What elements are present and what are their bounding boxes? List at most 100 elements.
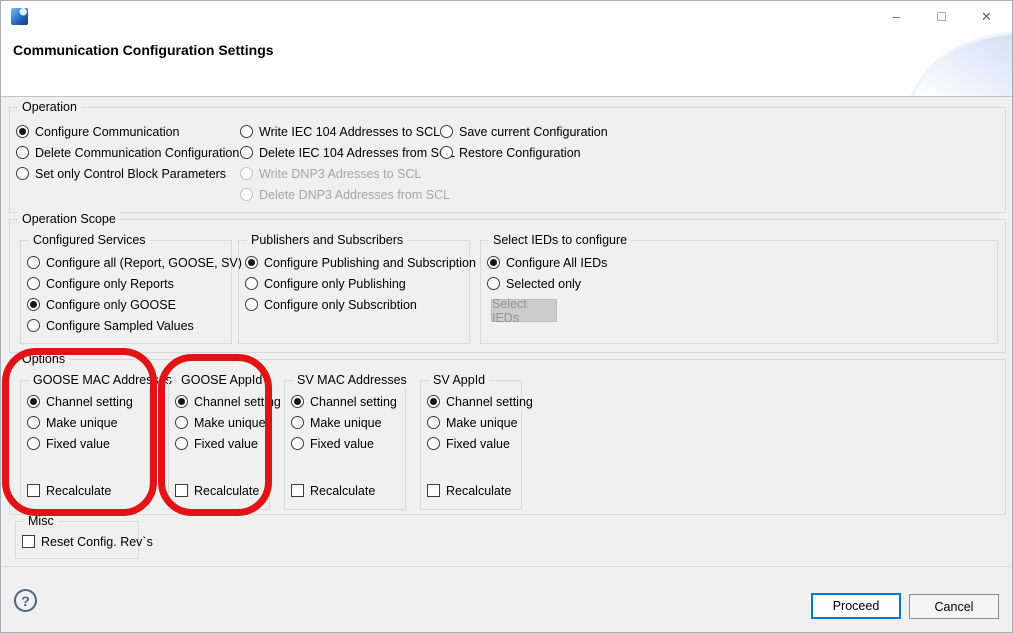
checkbox-label: Recalculate — [310, 484, 375, 498]
radio-write-dnp3-adresses-to-scl[interactable]: Write DNP3 Adresses to SCL — [240, 163, 455, 184]
cancel-button[interactable]: Cancel — [909, 594, 999, 619]
checkbox-sv-mac-recalculate[interactable]: Recalculate — [291, 480, 375, 501]
radio-configure-only-subscription[interactable]: Configure only Subscribtion — [245, 294, 476, 315]
radio-configure-all-report-goose-sv[interactable]: Configure all (Report, GOOSE, SV) — [27, 252, 242, 273]
checkbox-goose-mac-recalculate[interactable]: Recalculate — [27, 480, 111, 501]
radio-configure-publishing-and-subscription[interactable]: Configure Publishing and Subscription — [245, 252, 476, 273]
button-bar-separator — [1, 566, 1012, 567]
radio-configure-only-goose[interactable]: Configure only GOOSE — [27, 294, 242, 315]
radio-icon — [245, 298, 258, 311]
radio-goose-mac-make-unique[interactable]: Make unique — [27, 412, 133, 433]
radio-goose-appid-channel-setting[interactable]: Channel setting — [175, 391, 281, 412]
radio-icon — [175, 437, 188, 450]
radio-configure-only-publishing[interactable]: Configure only Publishing — [245, 273, 476, 294]
radio-label: Configure only Publishing — [264, 277, 406, 291]
checkbox-icon — [27, 484, 40, 497]
radio-icon — [175, 395, 188, 408]
radio-write-iec104-addresses-to-scl[interactable]: Write IEC 104 Addresses to SCL — [240, 121, 455, 142]
proceed-button[interactable]: Proceed — [811, 593, 901, 619]
radio-goose-appid-make-unique[interactable]: Make unique — [175, 412, 281, 433]
radio-label: Configure Publishing and Subscription — [264, 256, 476, 270]
select-ieds-button[interactable]: Select IEDs — [491, 299, 557, 322]
radio-sv-mac-make-unique[interactable]: Make unique — [291, 412, 397, 433]
goose-mac-addresses-group: GOOSE MAC Addresses Channel setting Make… — [20, 380, 150, 510]
checkbox-icon — [22, 535, 35, 548]
sv-appid-group: SV AppId Channel setting Make unique Fix… — [420, 380, 522, 510]
publishers-subscribers-label: Publishers and Subscribers — [247, 233, 407, 248]
select-ieds-button-label: Select IEDs — [492, 297, 556, 325]
radio-sv-appid-fixed-value[interactable]: Fixed value — [427, 433, 533, 454]
sv-mac-addresses-label: SV MAC Addresses — [293, 373, 411, 388]
app-icon — [11, 8, 28, 25]
checkbox-label: Recalculate — [194, 484, 259, 498]
radio-icon — [240, 125, 253, 138]
radio-icon — [27, 256, 40, 269]
sv-appid-label: SV AppId — [429, 373, 489, 388]
checkbox-label: Reset Config. Rev`s — [41, 535, 153, 549]
radio-label: Save current Configuration — [459, 125, 608, 139]
operation-scope-group: Operation Scope Configured Services Conf… — [9, 219, 1006, 353]
radio-delete-iec104-adresses-from-scl[interactable]: Delete IEC 104 Adresses from SCL — [240, 142, 455, 163]
radio-sv-mac-channel-setting[interactable]: Channel setting — [291, 391, 397, 412]
radio-set-only-control-block-parameters[interactable]: Set only Control Block Parameters — [16, 163, 239, 184]
radio-icon — [427, 395, 440, 408]
radio-sv-appid-make-unique[interactable]: Make unique — [427, 412, 533, 433]
radio-label: Configure Communication — [35, 125, 180, 139]
radio-label: Delete IEC 104 Adresses from SCL — [259, 146, 455, 160]
radio-configure-communication[interactable]: Configure Communication — [16, 121, 239, 142]
radio-delete-communication-configuration[interactable]: Delete Communication Configuration — [16, 142, 239, 163]
checkbox-goose-appid-recalculate[interactable]: Recalculate — [175, 480, 259, 501]
radio-icon — [27, 319, 40, 332]
radio-configure-sampled-values[interactable]: Configure Sampled Values — [27, 315, 242, 336]
radio-configure-only-reports[interactable]: Configure only Reports — [27, 273, 242, 294]
minimize-button[interactable]: – — [874, 1, 919, 31]
radio-icon — [487, 277, 500, 290]
radio-icon — [440, 125, 453, 138]
radio-icon — [175, 416, 188, 429]
help-icon: ? — [21, 593, 30, 609]
radio-icon — [245, 256, 258, 269]
radio-icon — [27, 298, 40, 311]
radio-goose-mac-channel-setting[interactable]: Channel setting — [27, 391, 133, 412]
options-group: Options GOOSE MAC Addresses Channel sett… — [9, 359, 1006, 515]
maximize-icon: □ — [937, 9, 945, 23]
checkbox-sv-appid-recalculate[interactable]: Recalculate — [427, 480, 511, 501]
help-button[interactable]: ? — [14, 589, 37, 612]
radio-icon — [487, 256, 500, 269]
close-icon: ✕ — [981, 10, 992, 23]
sv-mac-addresses-group: SV MAC Addresses Channel setting Make un… — [284, 380, 406, 510]
operation-group-label: Operation — [18, 100, 81, 115]
maximize-button[interactable]: □ — [919, 1, 964, 31]
radio-label: Set only Control Block Parameters — [35, 167, 226, 181]
radio-delete-dnp3-addresses-from-scl[interactable]: Delete DNP3 Addresses from SCL — [240, 184, 455, 205]
configured-services-label: Configured Services — [29, 233, 150, 248]
checkbox-icon — [175, 484, 188, 497]
options-group-label: Options — [18, 352, 69, 367]
radio-label: Configure Sampled Values — [46, 319, 194, 333]
radio-icon — [27, 277, 40, 290]
checkbox-icon — [427, 484, 440, 497]
radio-save-current-configuration[interactable]: Save current Configuration — [440, 121, 608, 142]
radio-label: Fixed value — [194, 437, 258, 451]
radio-goose-appid-fixed-value[interactable]: Fixed value — [175, 433, 281, 454]
radio-icon — [440, 146, 453, 159]
radio-label: Selected only — [506, 277, 581, 291]
radio-sv-mac-fixed-value[interactable]: Fixed value — [291, 433, 397, 454]
goose-appid-label: GOOSE AppId — [177, 373, 266, 388]
radio-icon — [27, 437, 40, 450]
radio-icon — [291, 416, 304, 429]
select-ieds-group: Select IEDs to configure Configure All I… — [480, 240, 998, 344]
radio-icon — [427, 416, 440, 429]
banner: Communication Configuration Settings — [1, 31, 1012, 97]
radio-label: Make unique — [310, 416, 382, 430]
radio-goose-mac-fixed-value[interactable]: Fixed value — [27, 433, 133, 454]
radio-restore-configuration[interactable]: Restore Configuration — [440, 142, 608, 163]
close-button[interactable]: ✕ — [964, 1, 1009, 31]
proceed-button-label: Proceed — [833, 599, 880, 613]
checkbox-reset-config-revs[interactable]: Reset Config. Rev`s — [22, 531, 153, 552]
checkbox-icon — [291, 484, 304, 497]
radio-sv-appid-channel-setting[interactable]: Channel setting — [427, 391, 533, 412]
radio-configure-all-ieds[interactable]: Configure All IEDs — [487, 252, 607, 273]
radio-selected-only[interactable]: Selected only — [487, 273, 607, 294]
radio-label: Fixed value — [46, 437, 110, 451]
